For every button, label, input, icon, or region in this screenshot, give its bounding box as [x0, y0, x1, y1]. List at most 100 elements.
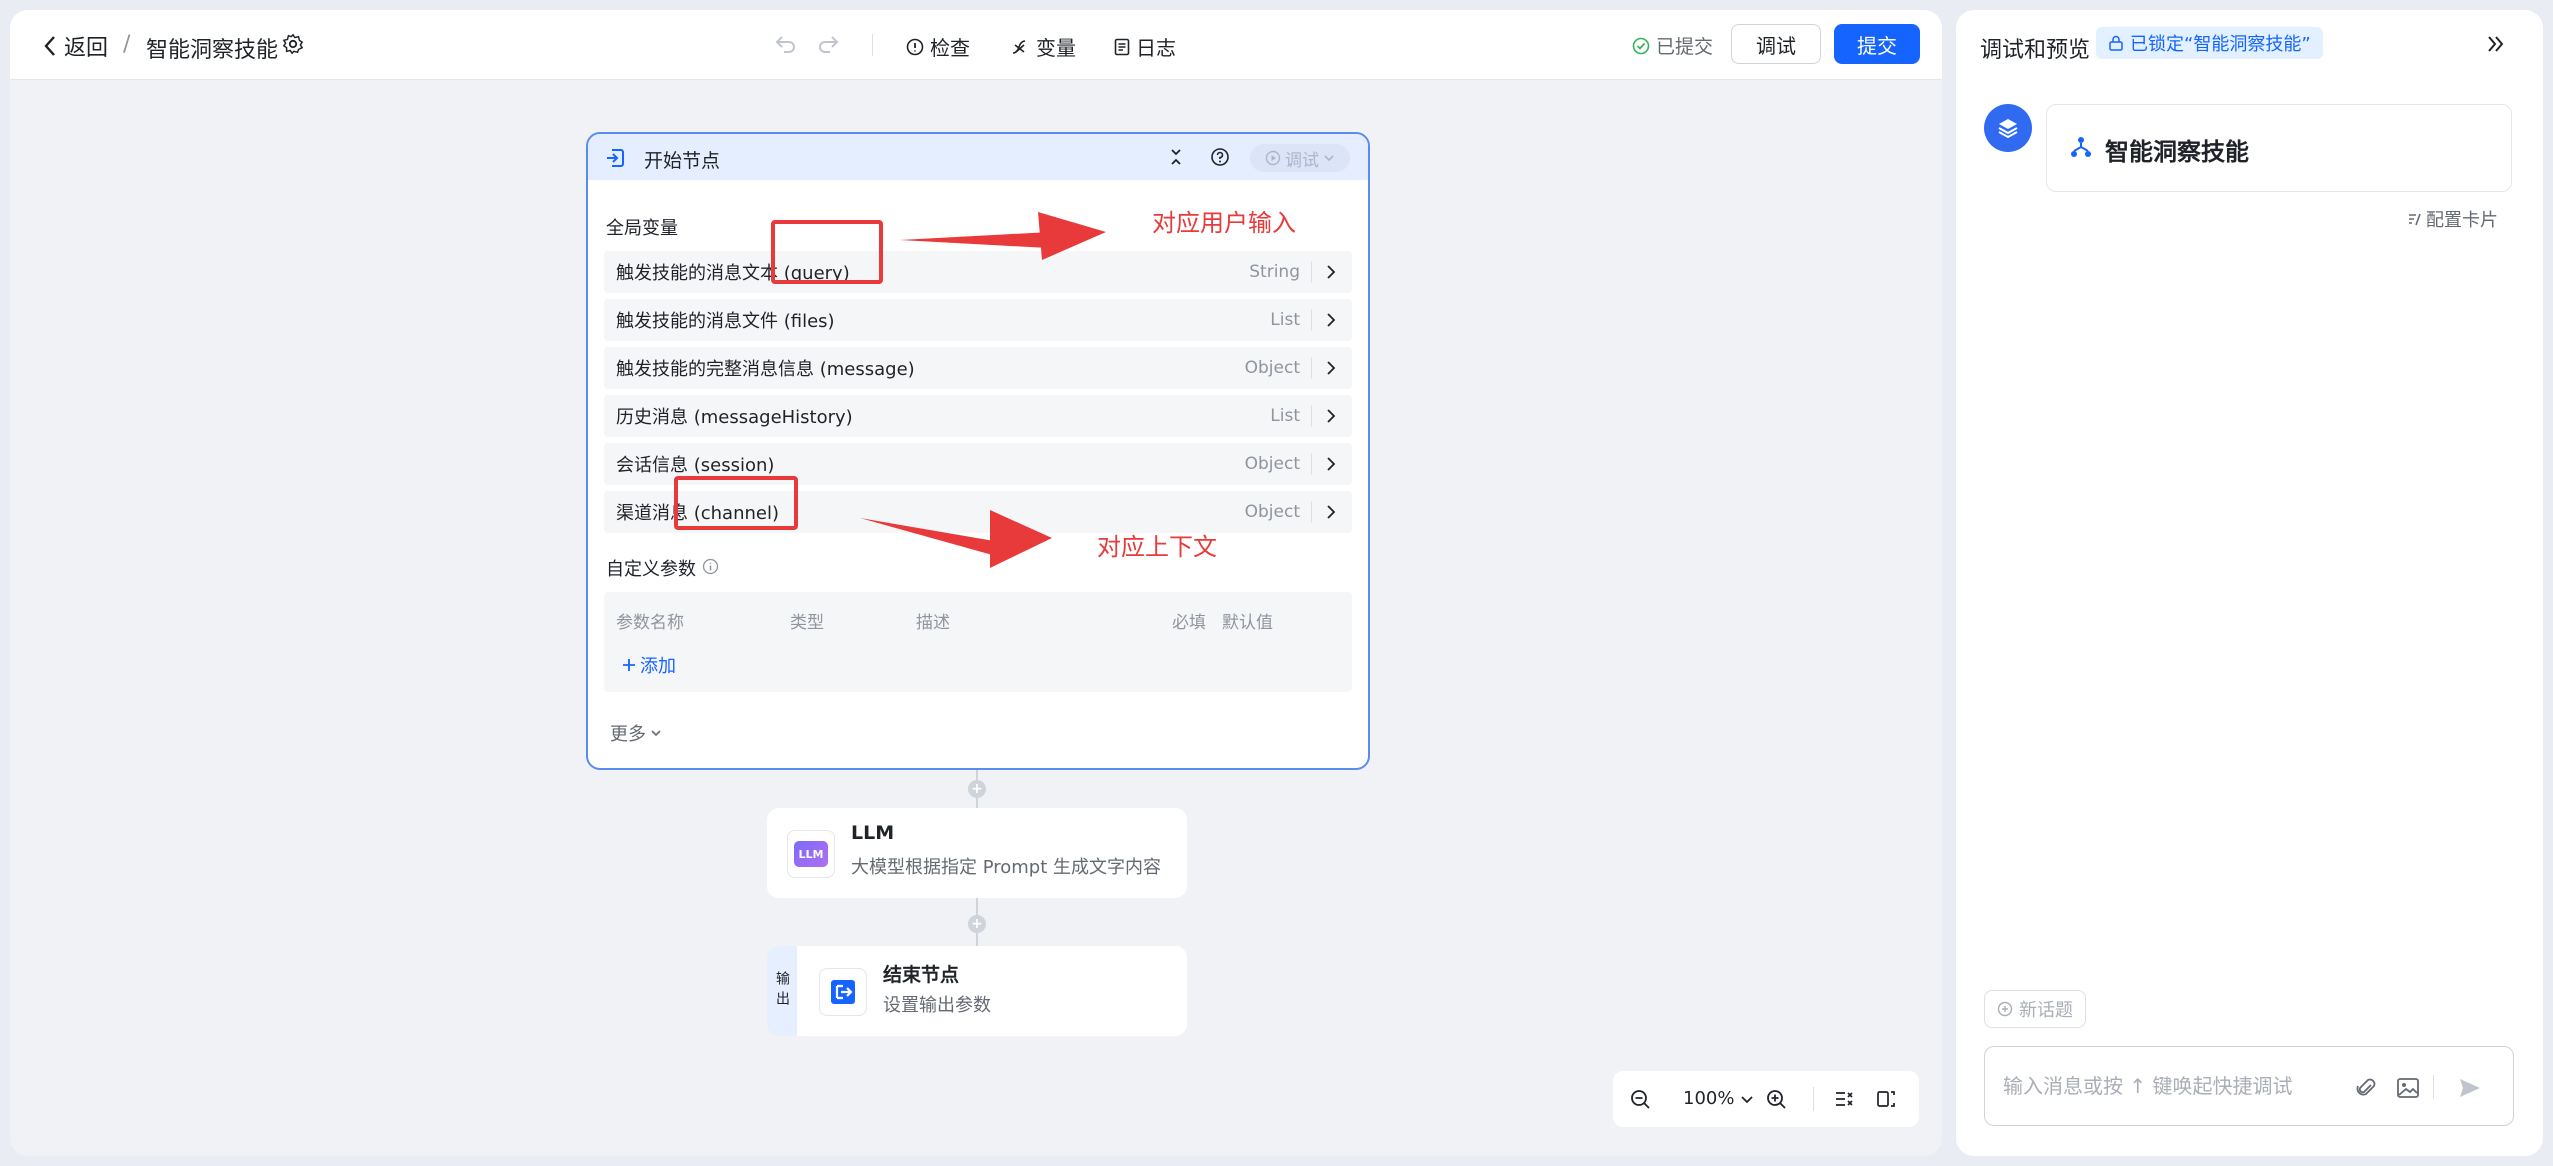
node-debug-button[interactable]: 调试 — [1250, 144, 1350, 172]
chevron-right-icon[interactable] — [1322, 407, 1340, 425]
zoom-controls: 100% — [1613, 1071, 1919, 1127]
list-edit-icon — [2409, 213, 2421, 226]
divider — [1311, 501, 1312, 523]
exit-arrow-icon — [831, 980, 855, 1004]
start-node-header: 开始节点 调试 — [588, 134, 1368, 180]
divider — [1311, 453, 1312, 475]
avatar — [1984, 104, 2032, 152]
chevron-right-icon[interactable] — [1322, 503, 1340, 521]
annotation-box-channel — [674, 476, 798, 530]
chevron-right-icon[interactable] — [1322, 455, 1340, 473]
new-topic-button[interactable]: 新话题 — [1984, 990, 2086, 1028]
chevron-right-icon[interactable] — [1322, 311, 1340, 329]
paperclip-icon[interactable] — [2353, 1075, 2379, 1101]
double-chevron-right-icon[interactable] — [2484, 32, 2508, 56]
llm-node-description: 大模型根据指定 Prompt 生成文字内容 — [851, 857, 1162, 878]
divider — [1813, 1087, 1814, 1111]
param-header: 类型 — [790, 613, 824, 633]
config-card-button[interactable]: 配置卡片 — [2408, 206, 2498, 232]
variable-row[interactable]: 触发技能的消息文件 (files) List — [604, 299, 1352, 341]
zoom-out-icon[interactable] — [1629, 1088, 1651, 1110]
param-header: 默认值 — [1222, 613, 1273, 633]
undo-icon[interactable] — [774, 32, 798, 56]
variables-button[interactable]: 变量 — [1010, 32, 1076, 61]
play-circle-icon — [1265, 150, 1281, 166]
llm-badge-text: LLM — [794, 841, 828, 867]
lock-badge: 已锁定“智能洞察技能” — [2096, 27, 2323, 59]
zoom-level: 100% — [1683, 1088, 1735, 1109]
debug-preview-panel: 调试和预览 已锁定“智能洞察技能” 智能洞察技能 配置卡片 新话题 — [1956, 10, 2543, 1156]
add-node-icon[interactable]: + — [968, 780, 986, 798]
toolbar-divider — [872, 34, 873, 56]
variable-type: Object — [1244, 454, 1300, 474]
param-header: 必填 — [1172, 613, 1206, 633]
divider — [1311, 261, 1312, 283]
submitted-status: 已提交 — [1632, 32, 1713, 59]
param-header: 参数名称 — [616, 613, 684, 633]
variable-type: List — [1270, 310, 1300, 330]
llm-node[interactable]: LLM LLM 大模型根据指定 Prompt 生成文字内容 — [767, 808, 1187, 898]
logs-label: 日志 — [1136, 36, 1176, 60]
chevron-down-icon — [651, 730, 661, 737]
chat-composer — [1984, 1046, 2514, 1126]
chat-input[interactable] — [2003, 1071, 2343, 1101]
fit-view-icon[interactable] — [1875, 1088, 1897, 1110]
divider — [1311, 405, 1312, 427]
variable-type: String — [1249, 262, 1300, 282]
annotation-user-input: 对应用户输入 — [1152, 209, 1296, 237]
auto-layout-icon[interactable] — [1833, 1088, 1855, 1110]
variable-name: 触发技能的完整消息信息 (message) — [616, 359, 915, 380]
llm-node-title: LLM — [851, 822, 895, 844]
document-icon — [1114, 38, 1130, 55]
end-node-description: 设置输出参数 — [883, 995, 991, 1016]
gear-icon[interactable] — [282, 33, 304, 55]
toolbar: 返回 / 智能洞察技能 检查 变量 日志 已提交 调试 提交 — [10, 10, 1942, 80]
workflow-icon — [2071, 137, 2091, 157]
chevron-down-icon — [1741, 1095, 1754, 1103]
zoom-in-icon[interactable] — [1765, 1088, 1787, 1110]
chevron-right-icon[interactable] — [1322, 263, 1340, 281]
panel-title: 调试和预览 — [1980, 38, 2091, 63]
variable-type: Object — [1244, 502, 1300, 522]
zoom-level-select[interactable]: 100% — [1683, 1088, 1754, 1109]
collapse-icon[interactable] — [1166, 147, 1186, 167]
logs-button[interactable]: 日志 — [1114, 32, 1176, 61]
annotation-arrow-icon — [860, 510, 1052, 568]
skill-card[interactable]: 智能洞察技能 — [2046, 104, 2512, 192]
end-node[interactable]: 输出 结束节点 设置输出参数 — [767, 946, 1187, 1036]
breadcrumb-separator: / — [123, 32, 131, 57]
end-node-title: 结束节点 — [883, 964, 960, 986]
variable-row[interactable]: 历史消息 (messageHistory) List — [604, 395, 1352, 437]
back-label: 返回 — [64, 36, 109, 61]
image-icon[interactable] — [2395, 1075, 2421, 1101]
chevron-left-icon — [44, 36, 55, 56]
plus-icon — [623, 659, 635, 671]
check-button[interactable]: 检查 — [906, 32, 970, 61]
lock-icon — [2109, 35, 2123, 51]
new-topic-label: 新话题 — [2019, 1000, 2073, 1021]
help-icon[interactable] — [1210, 147, 1230, 167]
variable-name: 会话信息 (session) — [616, 455, 775, 476]
redo-icon[interactable] — [816, 32, 840, 56]
debug-button[interactable]: 调试 — [1731, 24, 1821, 64]
divider — [1311, 309, 1312, 331]
chevron-down-icon — [1324, 155, 1334, 162]
info-icon[interactable] — [702, 558, 719, 575]
add-node-icon[interactable]: + — [968, 915, 986, 933]
more-toggle[interactable]: 更多 — [610, 720, 662, 746]
chevron-right-icon[interactable] — [1322, 359, 1340, 377]
node-debug-label: 调试 — [1285, 150, 1319, 171]
llm-icon: LLM — [787, 830, 835, 878]
check-circle-icon — [1632, 37, 1650, 54]
config-card-label: 配置卡片 — [2426, 210, 2498, 231]
layers-icon — [1998, 119, 2018, 139]
variable-row[interactable]: 触发技能的完整消息信息 (message) Object — [604, 347, 1352, 389]
variable-icon — [1012, 39, 1026, 54]
alert-circle-icon — [906, 38, 924, 55]
annotation-arrow-icon — [900, 212, 1106, 260]
submit-button[interactable]: 提交 — [1834, 24, 1920, 64]
lock-badge-label: 已锁定“智能洞察技能” — [2130, 34, 2311, 55]
send-icon[interactable] — [2457, 1075, 2483, 1101]
back-button[interactable]: 返回 — [42, 30, 108, 62]
add-param-button[interactable]: 添加 — [622, 652, 676, 678]
